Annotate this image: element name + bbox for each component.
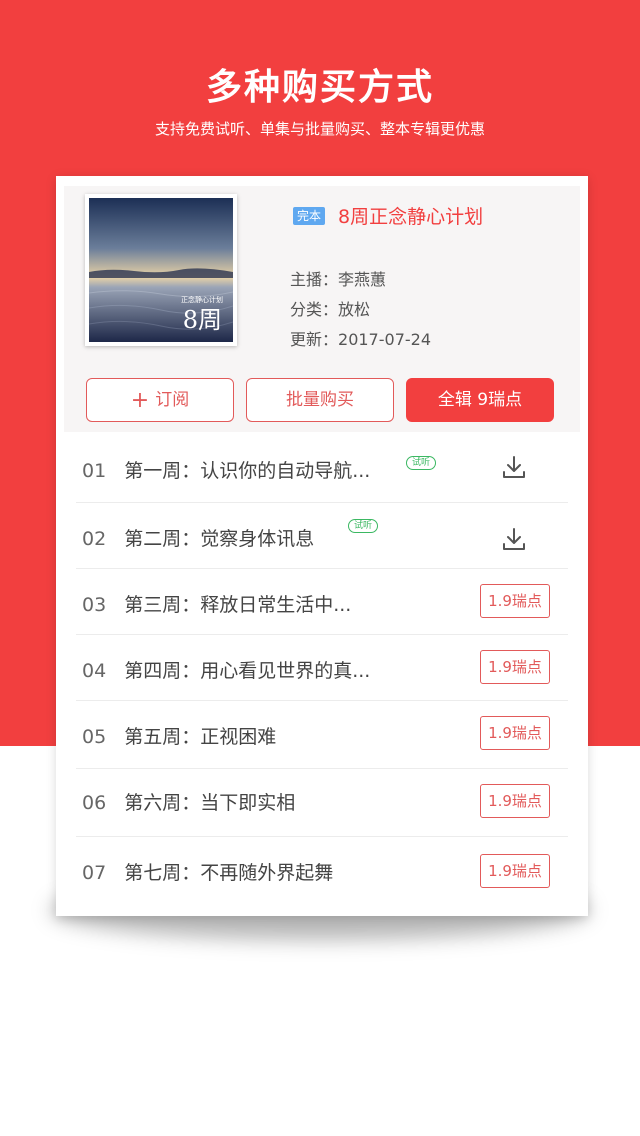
- episode-row[interactable]: 04 第四周：用心看见世界的真... 1.9瑞点: [76, 634, 568, 701]
- episode-row[interactable]: 07 第七周：不再随外界起舞 1.9瑞点: [76, 836, 568, 906]
- episode-title: 第四周：用心看见世界的真...: [124, 660, 371, 682]
- category-label: 分类：: [290, 300, 339, 319]
- episode-title-line: 06 第六周：当下即实相: [82, 788, 295, 815]
- episode-title: 第六周：当下即实相: [124, 792, 296, 814]
- host-value[interactable]: 李燕蕙: [338, 270, 386, 289]
- episode-price-button[interactable]: 1.9瑞点: [480, 716, 550, 750]
- episode-row[interactable]: 02 第二周：觉察身体讯息 试听: [76, 502, 568, 569]
- episode-number: 02: [82, 528, 107, 550]
- episode-number: 03: [82, 594, 107, 616]
- cover-title-text: 8周: [182, 306, 222, 334]
- category-row: 分类：放松: [290, 296, 370, 320]
- episode-price-button[interactable]: 1.9瑞点: [480, 854, 550, 888]
- episode-number: 05: [82, 726, 107, 748]
- trial-tag: 试听: [348, 519, 379, 533]
- episode-title-line: 02 第二周：觉察身体讯息: [82, 524, 314, 551]
- album-card: 正念静心计划 8周 完本 8周正念静心计划 主播：李燕蕙 分类：放松 更新：20…: [56, 176, 588, 916]
- episode-title: 第二周：觉察身体讯息: [124, 528, 315, 550]
- episode-title-line: 01 第一周：认识你的自动导航...: [82, 456, 370, 483]
- album-info-panel: 正念静心计划 8周 完本 8周正念静心计划 主播：李燕蕙 分类：放松 更新：20…: [64, 186, 580, 432]
- episode-row[interactable]: 05 第五周：正视困难 1.9瑞点: [76, 700, 568, 769]
- album-title: 8周正念静心计划: [338, 206, 484, 228]
- host-label: 主播：: [290, 270, 339, 289]
- episode-title-line: 07 第七周：不再随外界起舞: [82, 858, 333, 885]
- category-value[interactable]: 放松: [338, 300, 370, 319]
- hero-subtitle: 支持免费试听、单集与批量购买、整本专辑更优惠: [154, 120, 485, 138]
- batch-buy-button[interactable]: 批量购买: [246, 378, 394, 422]
- cover-image: 正念静心计划 8周: [89, 198, 233, 342]
- episode-title-line: 05 第五周：正视困难: [82, 722, 276, 749]
- download-icon[interactable]: [501, 526, 527, 552]
- episode-price-button[interactable]: 1.9瑞点: [480, 650, 550, 684]
- episode-number: 07: [82, 862, 107, 884]
- episode-title: 第三周：释放日常生活中...: [124, 594, 352, 616]
- episode-row[interactable]: 01 第一周：认识你的自动导航... 试听: [76, 432, 568, 503]
- plus-icon: +: [130, 388, 150, 413]
- episode-row[interactable]: 03 第三周：释放日常生活中... 1.9瑞点: [76, 568, 568, 635]
- episode-title-line: 04 第四周：用心看见世界的真...: [82, 656, 370, 683]
- host-row: 主播：李燕蕙: [290, 266, 386, 290]
- updated-label: 更新：: [290, 330, 339, 349]
- completed-badge: 完本: [293, 207, 326, 225]
- episode-number: 06: [82, 792, 107, 814]
- episode-title-line: 03 第三周：释放日常生活中...: [82, 590, 351, 617]
- album-cover[interactable]: 正念静心计划 8周: [85, 194, 237, 346]
- trial-tag: 试听: [406, 456, 437, 470]
- hero-title: 多种购买方式: [205, 67, 434, 108]
- episode-row[interactable]: 06 第六周：当下即实相 1.9瑞点: [76, 768, 568, 837]
- episode-price-button[interactable]: 1.9瑞点: [480, 584, 550, 618]
- episode-title: 第七周：不再随外界起舞: [124, 862, 334, 884]
- subscribe-label: 订阅: [155, 390, 190, 410]
- episode-number: 01: [82, 460, 107, 482]
- episode-price-button[interactable]: 1.9瑞点: [480, 784, 550, 818]
- updated-value: 2017-07-24: [338, 330, 431, 349]
- subscribe-button[interactable]: + 订阅: [86, 378, 234, 422]
- updated-row: 更新：2017-07-24: [290, 326, 431, 350]
- episode-title: 第一周：认识你的自动导航...: [124, 460, 371, 482]
- episode-title: 第五周：正视困难: [124, 726, 277, 748]
- download-icon[interactable]: [501, 454, 527, 480]
- buy-full-album-button[interactable]: 全辑 9瑞点: [406, 378, 554, 422]
- episode-number: 04: [82, 660, 107, 682]
